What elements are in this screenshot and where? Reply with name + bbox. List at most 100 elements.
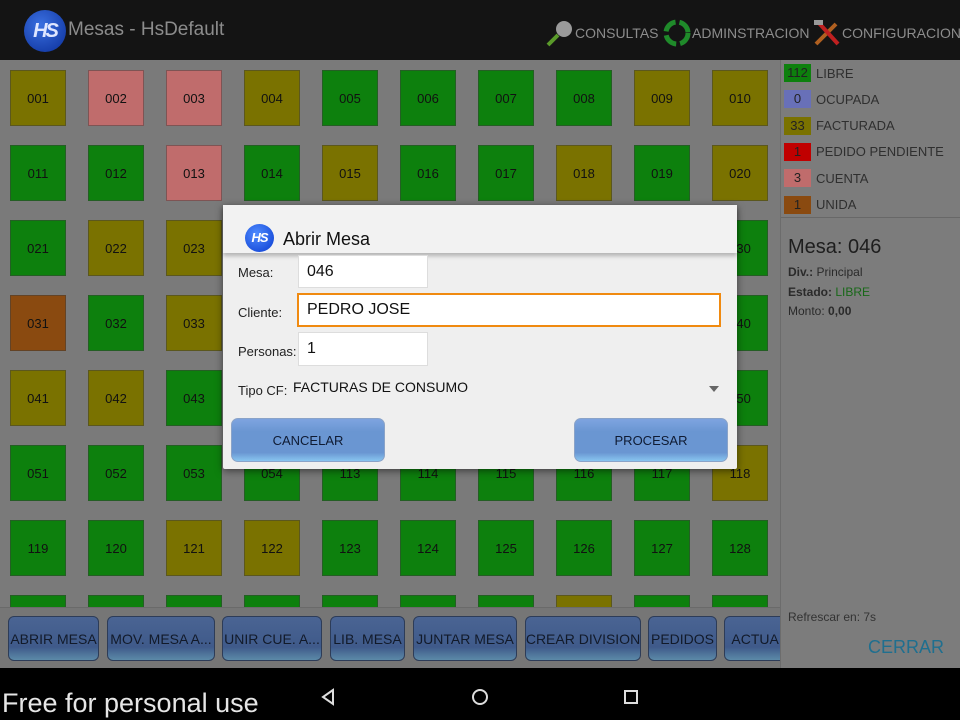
mesa-field[interactable]: 046 (298, 255, 428, 288)
table-tile[interactable]: 128 (712, 520, 768, 576)
table-tile[interactable] (478, 595, 534, 607)
menu-consultas[interactable]: CONSULTAS (545, 18, 659, 48)
table-number: 122 (261, 540, 283, 556)
table-tile[interactable]: 020 (712, 145, 768, 201)
table-number: 121 (183, 540, 205, 556)
table-tile[interactable] (88, 595, 144, 607)
table-tile[interactable]: 015 (322, 145, 378, 201)
legend-count: 112 (784, 64, 811, 82)
legend-label: PEDIDO PENDIENTE (816, 144, 944, 160)
menu-administracion[interactable]: ADMINSTRACION (662, 18, 809, 48)
table-tile[interactable]: 004 (244, 70, 300, 126)
table-tile[interactable]: 022 (88, 220, 144, 276)
table-tile[interactable]: 014 (244, 145, 300, 201)
tools-icon (814, 20, 840, 46)
action-button[interactable]: PEDIDOS (648, 616, 717, 661)
table-tile[interactable]: 032 (88, 295, 144, 351)
table-tile[interactable]: 042 (88, 370, 144, 426)
table-number: 020 (729, 165, 751, 181)
table-tile[interactable]: 017 (478, 145, 534, 201)
table-number: 009 (651, 90, 673, 106)
process-button[interactable]: PROCESAR (574, 418, 728, 462)
table-tile[interactable]: 033 (166, 295, 222, 351)
table-number: 128 (729, 540, 751, 556)
table-number: 023 (183, 240, 205, 256)
table-tile[interactable]: 119 (10, 520, 66, 576)
cliente-field[interactable]: PEDRO JOSE (297, 293, 721, 327)
table-number: 018 (573, 165, 595, 181)
action-button[interactable]: MOV. MESA A... (107, 616, 215, 661)
table-number: 125 (495, 540, 517, 556)
table-tile[interactable]: 123 (322, 520, 378, 576)
open-table-dialog: HS Abrir Mesa Mesa: 046 Cliente: PEDRO J… (223, 205, 737, 469)
table-tile[interactable]: 018 (556, 145, 612, 201)
table-tile[interactable]: 021 (10, 220, 66, 276)
table-number: 033 (183, 315, 205, 331)
table-tile[interactable]: 121 (166, 520, 222, 576)
recycle-icon (663, 19, 691, 47)
table-tile[interactable]: 001 (10, 70, 66, 126)
table-tile[interactable] (166, 595, 222, 607)
home-icon[interactable] (471, 688, 489, 706)
table-tile[interactable]: 007 (478, 70, 534, 126)
table-number: 011 (27, 165, 49, 181)
table-tile[interactable]: 006 (400, 70, 456, 126)
table-tile[interactable]: 012 (88, 145, 144, 201)
back-icon[interactable] (320, 688, 336, 706)
action-button[interactable]: JUNTAR MESA (413, 616, 517, 661)
table-number: 012 (105, 165, 127, 181)
table-tile[interactable]: 041 (10, 370, 66, 426)
table-tile[interactable]: 053 (166, 445, 222, 501)
personas-field[interactable]: 1 (298, 332, 428, 366)
table-number: 004 (261, 90, 283, 106)
table-tile[interactable]: 013 (166, 145, 222, 201)
table-tile[interactable] (10, 595, 66, 607)
action-button[interactable]: CREAR DIVISION (525, 616, 641, 661)
table-tile[interactable] (712, 595, 768, 607)
legend-label: OCUPADA (816, 91, 880, 107)
table-tile[interactable]: 003 (166, 70, 222, 126)
table-tile[interactable]: 127 (634, 520, 690, 576)
table-tile[interactable]: 023 (166, 220, 222, 276)
action-button[interactable]: LIB. MESA (330, 616, 405, 661)
table-tile[interactable]: 031 (10, 295, 66, 351)
table-tile[interactable]: 125 (478, 520, 534, 576)
table-tile[interactable]: 052 (88, 445, 144, 501)
table-tile[interactable]: 016 (400, 145, 456, 201)
table-tile[interactable] (400, 595, 456, 607)
mesa-label: Mesa: (238, 265, 274, 280)
table-tile[interactable] (322, 595, 378, 607)
action-button[interactable]: UNIR CUE. A... (222, 616, 322, 661)
table-tile[interactable]: 126 (556, 520, 612, 576)
table-tile[interactable]: 011 (10, 145, 66, 201)
menu-configuracion[interactable]: CONFIGURACION (812, 18, 960, 48)
cancel-button[interactable]: CANCELAR (231, 418, 385, 462)
table-tile[interactable]: 009 (634, 70, 690, 126)
monto-info: Monto: 0,00 (788, 304, 851, 318)
table-number: 021 (27, 240, 49, 256)
divider (781, 217, 960, 218)
table-tile[interactable]: 122 (244, 520, 300, 576)
table-tile[interactable]: 043 (166, 370, 222, 426)
close-button[interactable]: CERRAR (868, 637, 944, 658)
table-tile[interactable]: 010 (712, 70, 768, 126)
table-tile[interactable]: 051 (10, 445, 66, 501)
table-number: 031 (27, 315, 49, 331)
table-tile[interactable]: 008 (556, 70, 612, 126)
table-tile[interactable]: 019 (634, 145, 690, 201)
table-tile[interactable]: 002 (88, 70, 144, 126)
action-button[interactable]: ABRIR MESA (8, 616, 99, 661)
tipo-cf-value: FACTURAS DE CONSUMO (293, 379, 469, 395)
table-tile[interactable] (634, 595, 690, 607)
action-button[interactable]: ACTUAL (724, 616, 780, 661)
cliente-label: Cliente: (238, 305, 283, 320)
table-number: 003 (183, 90, 205, 106)
recents-icon[interactable] (623, 689, 639, 705)
table-tile[interactable] (556, 595, 612, 607)
table-tile[interactable] (244, 595, 300, 607)
tipo-cf-select[interactable]: FACTURAS DE CONSUMO (293, 379, 723, 401)
table-tile[interactable]: 005 (322, 70, 378, 126)
table-tile[interactable]: 124 (400, 520, 456, 576)
table-tile[interactable]: 120 (88, 520, 144, 576)
legend-count: 1 (784, 142, 811, 161)
